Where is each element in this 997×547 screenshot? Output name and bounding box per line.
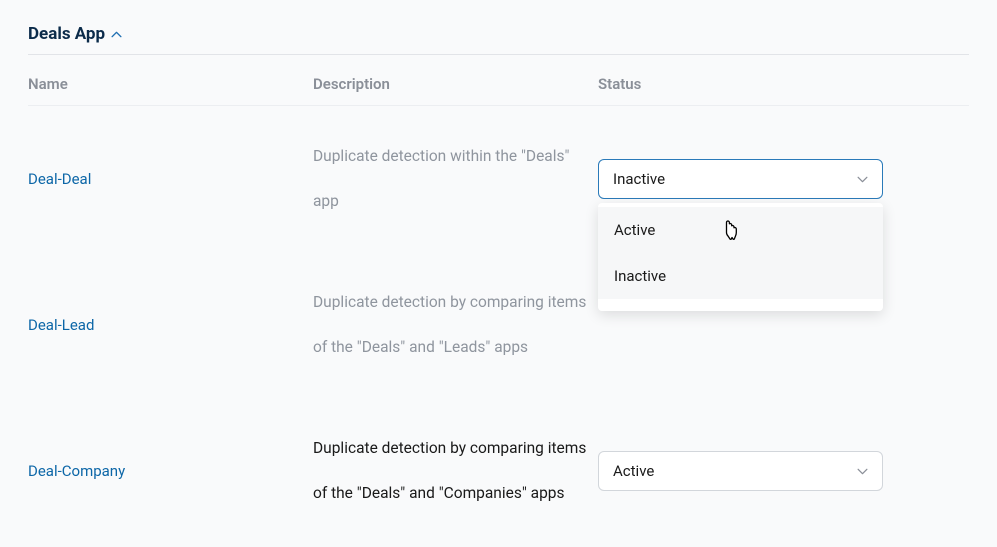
select-box[interactable]: Inactive xyxy=(598,159,883,199)
rule-link[interactable]: Deal-Deal xyxy=(28,170,91,188)
column-header-description: Description xyxy=(313,75,598,93)
rule-description: Duplicate detection by comparing items o… xyxy=(313,439,586,502)
select-value: Active xyxy=(613,462,654,480)
section-title: Deals App xyxy=(28,24,105,44)
caret-up-icon xyxy=(111,28,122,41)
option-active[interactable]: Active xyxy=(598,207,883,253)
status-select[interactable]: Active xyxy=(598,451,883,491)
rules-table: Name Description Status Deal-Deal Duplic… xyxy=(28,55,969,544)
table-header-row: Name Description Status xyxy=(28,55,969,106)
rule-link[interactable]: Deal-Company xyxy=(28,462,125,480)
rule-description: Duplicate detection within the "Deals" a… xyxy=(313,147,569,210)
chevron-down-icon xyxy=(857,172,868,186)
option-inactive[interactable]: Inactive xyxy=(598,253,883,299)
status-select[interactable]: Inactive Active Inactive xyxy=(598,159,883,199)
chevron-down-icon xyxy=(857,464,868,478)
rule-description: Duplicate detection by comparing items o… xyxy=(313,293,586,356)
column-header-name: Name xyxy=(28,75,313,93)
table-row: Deal-Company Duplicate detection by comp… xyxy=(28,398,969,544)
select-value: Inactive xyxy=(613,170,665,188)
column-header-status: Status xyxy=(598,75,969,93)
select-box[interactable]: Active xyxy=(598,451,883,491)
table-row: Deal-Deal Duplicate detection within the… xyxy=(28,106,969,252)
section-header[interactable]: Deals App xyxy=(28,24,969,55)
status-dropdown: Active Inactive xyxy=(598,203,883,311)
rule-link[interactable]: Deal-Lead xyxy=(28,316,94,334)
